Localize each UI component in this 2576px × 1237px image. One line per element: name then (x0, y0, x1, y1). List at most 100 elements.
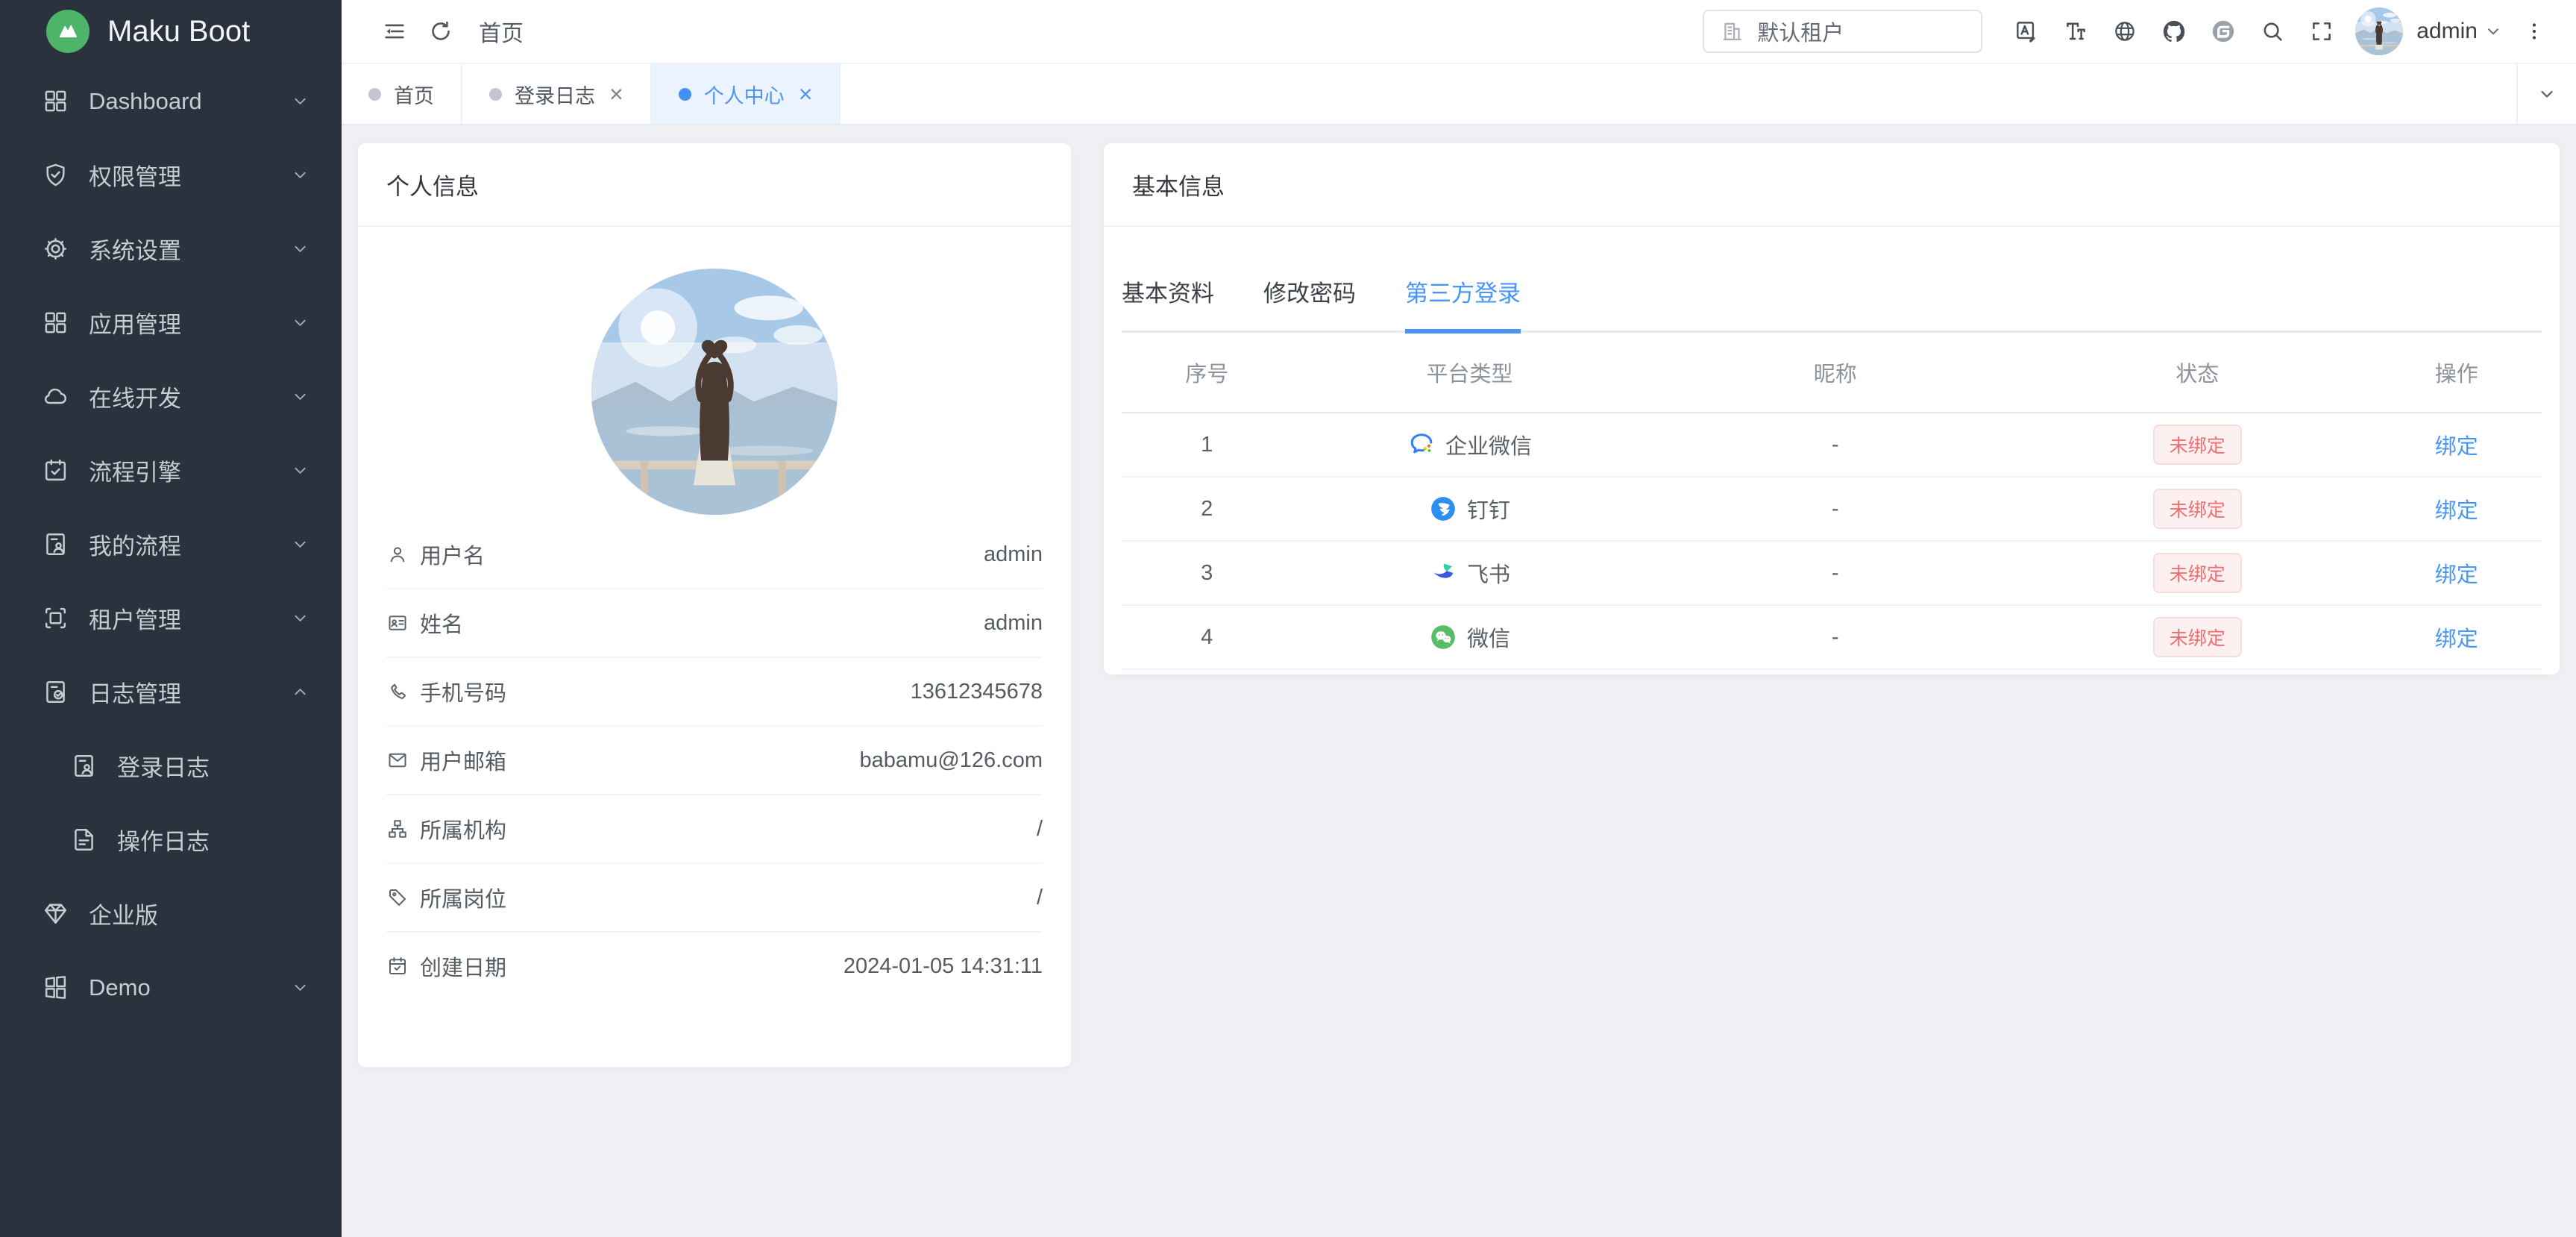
sidebar-item-日志管理[interactable]: 日志管理 (0, 655, 342, 729)
info-tab-第三方登录[interactable]: 第三方登录 (1405, 275, 1521, 333)
info-tab-基本资料[interactable]: 基本资料 (1122, 275, 1214, 333)
tab-dot (368, 88, 381, 101)
wecom-icon (1407, 430, 1436, 459)
sidebar: Maku Boot Dashboard权限管理系统设置应用管理在线开发流程引擎我… (0, 0, 342, 1237)
table-row: 1企业微信-未绑定绑定 (1122, 413, 2542, 477)
org-icon (386, 818, 409, 840)
bind-action-link[interactable]: 绑定 (2435, 435, 2478, 459)
search-icon[interactable] (2248, 7, 2297, 56)
sidebar-item-label: Dashboard (89, 88, 290, 115)
id-card-icon (386, 612, 409, 634)
tab-dot (679, 88, 691, 101)
language-globe-icon[interactable] (2100, 7, 2149, 56)
sidebar-item-企业版[interactable]: 企业版 (0, 877, 342, 951)
cell-nickname: - (1647, 477, 2023, 541)
field-value: 13612345678 (911, 680, 1043, 704)
tab-label: 个人中心 (704, 80, 785, 109)
grid-icon (42, 87, 69, 115)
table-row: 2钉钉-未绑定绑定 (1122, 477, 2542, 541)
gitee-icon[interactable] (2199, 7, 2248, 56)
platform-label: 钉钉 (1467, 493, 1510, 524)
frame-icon (42, 604, 69, 632)
mail-icon (386, 749, 409, 771)
table-header-操作: 操作 (2371, 333, 2542, 413)
close-icon[interactable]: × (609, 82, 623, 106)
github-icon[interactable] (2149, 7, 2199, 56)
field-value: admin (984, 611, 1043, 636)
table-row: 4微信-未绑定绑定 (1122, 605, 2542, 669)
sidebar-item-label: 系统设置 (89, 232, 290, 266)
sidebar-item-应用管理[interactable]: 应用管理 (0, 286, 342, 360)
topbar-actions: 默认租户 (1703, 7, 2554, 56)
tab-list-dropdown[interactable] (2516, 64, 2576, 124)
sidebar-subitem-登录日志[interactable]: 登录日志 (0, 729, 342, 803)
info-tab-修改密码[interactable]: 修改密码 (1263, 275, 1356, 333)
sidebar-item-租户管理[interactable]: 租户管理 (0, 581, 342, 655)
chevron-down-icon (290, 608, 310, 628)
chevron-down-icon[interactable] (2484, 22, 2503, 41)
sidebar-item-在线开发[interactable]: 在线开发 (0, 360, 342, 433)
sidebar-item-dashboard[interactable]: Dashboard (0, 64, 342, 138)
user-avatar[interactable] (2355, 7, 2403, 55)
cell-nickname: - (1647, 541, 2023, 605)
tab-bar: 首页登录日志× 个人中心 × (342, 63, 2576, 125)
demo-grid-icon (42, 974, 69, 1001)
status-badge: 未绑定 (2153, 425, 2242, 465)
platform-label: 微信 (1467, 621, 1510, 653)
sidebar-item-label: 我的流程 (89, 527, 290, 561)
doc-lines-icon (70, 826, 98, 854)
tab-首页[interactable]: 首页 (342, 64, 462, 124)
building-icon (1721, 20, 1744, 43)
translate-icon[interactable] (2002, 7, 2051, 56)
table-header-状态: 状态 (2023, 333, 2371, 413)
cell-index: 2 (1122, 477, 1292, 541)
bind-action-link[interactable]: 绑定 (2435, 499, 2478, 523)
collapse-sidebar-button[interactable] (371, 8, 418, 54)
profile-field-row: 用户邮箱babamu@126.com (386, 727, 1043, 795)
tenant-select[interactable]: 默认租户 (1703, 10, 1982, 53)
calendar-icon (386, 955, 409, 977)
fullscreen-icon[interactable] (2297, 7, 2346, 56)
sidebar-item-系统设置[interactable]: 系统设置 (0, 212, 342, 286)
kebab-menu-icon[interactable] (2515, 8, 2554, 54)
profile-field-row: 创建日期2024-01-05 14:31:11 (386, 933, 1043, 1000)
bind-action-link[interactable]: 绑定 (2435, 563, 2478, 587)
doc-user-icon (70, 752, 98, 780)
status-badge: 未绑定 (2153, 617, 2242, 657)
cell-index: 1 (1122, 413, 1292, 477)
tab-登录日志[interactable]: 登录日志× (462, 64, 652, 124)
sidebar-item-label: 租户管理 (89, 601, 290, 635)
tab-个人中心[interactable]: 个人中心 × (652, 64, 841, 124)
sidebar-item-label: 登录日志 (117, 749, 310, 783)
refresh-icon[interactable] (418, 8, 464, 54)
user-menu[interactable]: admin (2416, 19, 2478, 44)
sidebar-item-流程引擎[interactable]: 流程引擎 (0, 433, 342, 507)
sidebar-subitem-操作日志[interactable]: 操作日志 (0, 803, 342, 877)
profile-avatar[interactable] (591, 269, 838, 515)
chevron-down-icon (290, 165, 310, 185)
cloud-icon (42, 383, 69, 410)
sidebar-item-label: 流程引擎 (89, 454, 290, 487)
chevron-down-icon (290, 460, 310, 480)
sidebar-item-label: 日志管理 (89, 675, 290, 709)
sidebar-item-label: 权限管理 (89, 158, 290, 192)
sidebar-item-label: Demo (89, 974, 290, 1001)
basic-info-card: 基本信息 基本资料修改密码第三方登录 序号平台类型昵称状态操作 1企业微信-未绑… (1104, 143, 2560, 674)
apps-icon (42, 309, 69, 336)
sidebar-item-demo[interactable]: Demo (0, 951, 342, 1024)
gear-icon (42, 235, 69, 263)
chevron-down-icon (290, 534, 310, 554)
dingtalk-icon (1429, 495, 1457, 523)
font-size-icon[interactable] (2051, 7, 2100, 56)
sidebar-item-我的流程[interactable]: 我的流程 (0, 507, 342, 581)
profile-card-title: 个人信息 (358, 143, 1071, 227)
profile-fields: 用户名admin姓名admin手机号码13612345678用户邮箱babamu… (358, 521, 1071, 1000)
close-icon[interactable]: × (799, 82, 813, 106)
bind-action-link[interactable]: 绑定 (2435, 627, 2478, 651)
platform-label: 飞书 (1467, 557, 1510, 589)
cell-index: 4 (1122, 605, 1292, 669)
status-badge: 未绑定 (2153, 553, 2242, 593)
profile-field-row: 所属机构/ (386, 795, 1043, 864)
cell-platform: 钉钉 (1292, 493, 1646, 524)
sidebar-item-权限管理[interactable]: 权限管理 (0, 138, 342, 212)
